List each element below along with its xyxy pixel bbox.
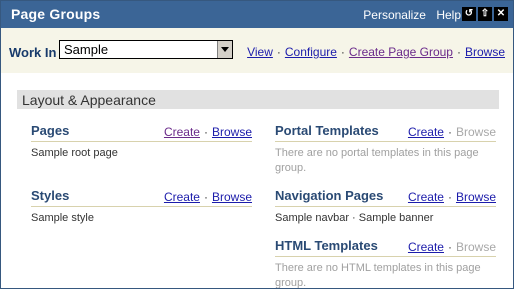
pages-text: Sample root page: [31, 147, 118, 159]
content-area: Layout & Appearance Pages Create · Browse …: [1, 73, 513, 288]
html-templates-title: HTML Templates: [275, 238, 378, 253]
portal-templates-create-link[interactable]: Create: [408, 125, 444, 139]
page-group-select-value: Sample: [64, 42, 109, 57]
work-in-label: Work In: [9, 45, 57, 60]
navigation-pages-browse-link[interactable]: Browse: [456, 190, 496, 204]
create-page-group-link[interactable]: Create Page Group: [349, 45, 453, 59]
collapse-icon[interactable]: ⇧: [478, 7, 492, 21]
portlet-header-links: Personalize Help: [356, 8, 461, 22]
page-group-select[interactable]: Sample: [59, 40, 233, 59]
navigation-pages-block: Navigation Pages Create · Browse Sample na…: [275, 187, 496, 226]
portlet-title-bar: Page Groups Personalize Help ↺ ⇧ ✕: [1, 1, 513, 28]
styles-title: Styles: [31, 188, 70, 203]
page-groups-portlet: Page Groups Personalize Help ↺ ⇧ ✕ Work …: [0, 0, 514, 289]
pages-create-link[interactable]: Create: [164, 125, 200, 139]
configure-link[interactable]: Configure: [285, 45, 337, 59]
pages-block: Pages Create · Browse Sample root page: [31, 122, 252, 161]
help-link[interactable]: Help: [436, 8, 461, 22]
portal-templates-browse-disabled: Browse: [455, 125, 496, 139]
pages-title: Pages: [31, 123, 70, 138]
work-in-row: Work In Sample View · Configure · Create Pag…: [1, 28, 513, 73]
separator: ·: [447, 190, 452, 204]
portal-templates-block: Portal Templates Create · Browse There are…: [275, 122, 496, 176]
styles-text: Sample style: [31, 212, 94, 224]
styles-create-link[interactable]: Create: [164, 190, 200, 204]
pages-browse-link[interactable]: Browse: [212, 125, 252, 139]
navigation-pages-create-link[interactable]: Create: [408, 190, 444, 204]
portal-templates-title: Portal Templates: [275, 123, 379, 138]
portlet-title: Page Groups: [11, 6, 101, 22]
section-title: Layout & Appearance: [22, 92, 156, 108]
refresh-icon[interactable]: ↺: [462, 7, 476, 21]
separator: ·: [340, 45, 345, 59]
browse-page-groups-link[interactable]: Browse: [465, 45, 505, 59]
work-in-links: View · Configure · Create Page Group · Browse: [247, 45, 505, 59]
personalize-link[interactable]: Personalize: [363, 8, 426, 22]
view-link[interactable]: View: [247, 45, 273, 59]
navigation-pages-title: Navigation Pages: [275, 188, 384, 203]
html-templates-text: There are no HTML templates in this page…: [275, 262, 481, 289]
portal-templates-text: There are no portal templates in this pa…: [275, 147, 479, 174]
html-templates-create-link[interactable]: Create: [408, 240, 444, 254]
close-icon[interactable]: ✕: [494, 7, 508, 21]
separator: ·: [456, 45, 461, 59]
styles-block: Styles Create · Browse Sample style: [31, 187, 252, 226]
separator: ·: [203, 190, 208, 204]
html-templates-browse-disabled: Browse: [455, 240, 496, 254]
section-header: Layout & Appearance: [17, 90, 499, 109]
chevron-down-icon[interactable]: [217, 41, 232, 58]
separator: ·: [447, 240, 452, 254]
styles-browse-link[interactable]: Browse: [212, 190, 252, 204]
navigation-pages-text: Sample navbar · Sample banner: [275, 212, 434, 224]
separator: ·: [276, 45, 281, 59]
separator: ·: [203, 125, 208, 139]
html-templates-block: HTML Templates Create · Browse There are n…: [275, 237, 496, 289]
separator: ·: [447, 125, 452, 139]
